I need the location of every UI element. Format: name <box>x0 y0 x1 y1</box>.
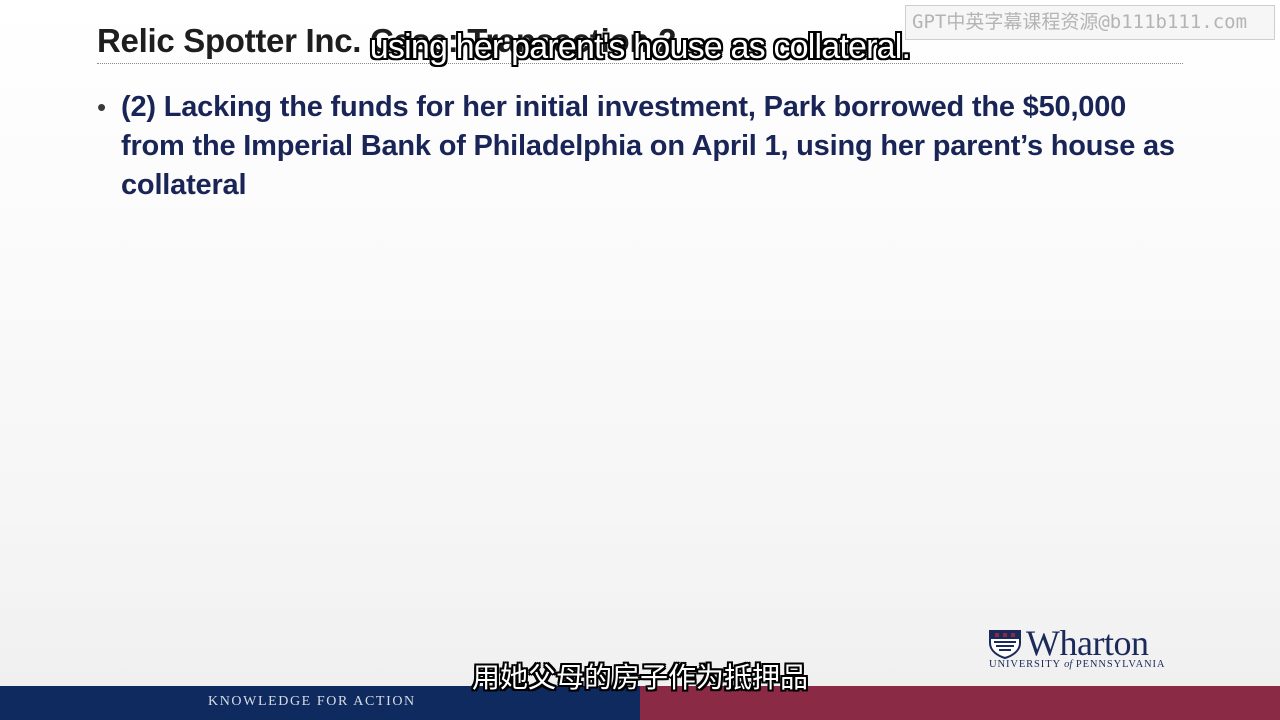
shield-icon <box>989 630 1021 659</box>
bullet-marker: • <box>97 92 107 122</box>
slide-canvas: Relic Spotter Inc. Case: Transaction 2 •… <box>0 0 1280 720</box>
bullet-text: (2) Lacking the funds for her initial in… <box>121 91 1175 201</box>
subtitle-chinese: 用她父母的房子作为抵押品 <box>471 661 808 694</box>
footer-tagline: KNOWLEDGE FOR ACTION <box>208 694 416 709</box>
bullet-item: • (2) Lacking the funds for her initial … <box>97 88 1187 205</box>
subtitle-english: using her parent's house as collateral. <box>369 28 911 66</box>
